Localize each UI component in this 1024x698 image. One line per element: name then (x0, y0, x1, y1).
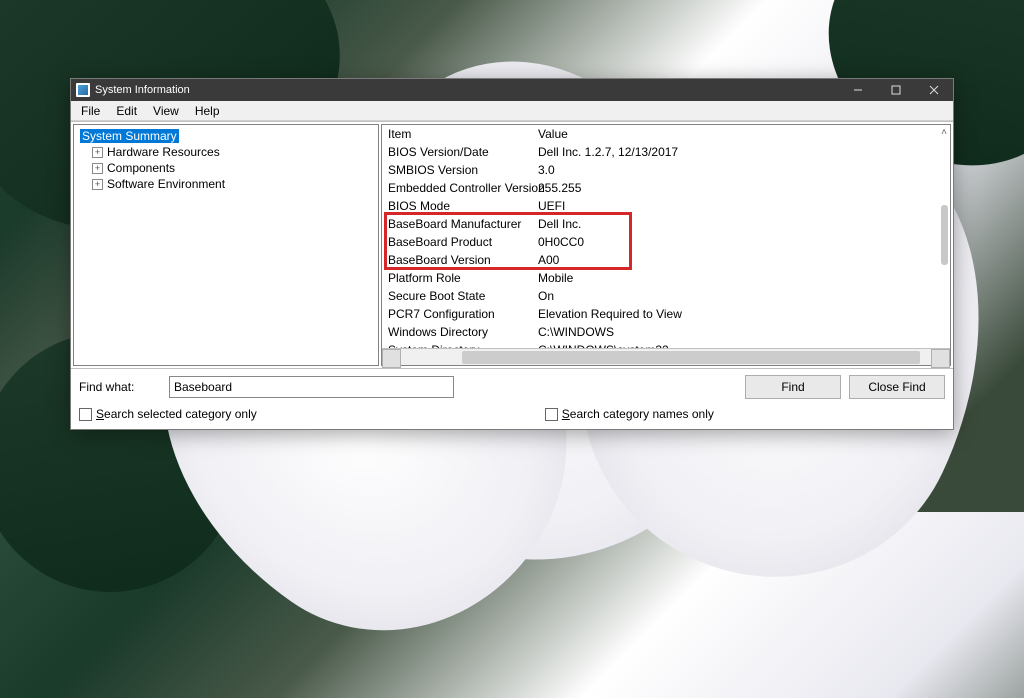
checkbox-icon (79, 408, 92, 421)
detail-row[interactable]: PCR7 ConfigurationElevation Required to … (382, 305, 950, 323)
detail-row[interactable]: BaseBoard Product0H0CC0 (382, 233, 950, 251)
detail-item: System Directory (382, 341, 532, 348)
content-area: System Summary + Hardware Resources + Co… (71, 121, 953, 368)
checkbox-search-selected[interactable]: Search selected category only (79, 407, 257, 421)
scroll-up-icon[interactable]: ˄ (941, 127, 947, 138)
tree-label: Hardware Resources (107, 145, 220, 159)
detail-value: 255.255 (532, 179, 950, 197)
vertical-scrollbar[interactable]: ˄ (933, 125, 950, 348)
tree-item-software-environment[interactable]: + Software Environment (90, 176, 374, 192)
detail-wrapper: Item Value BIOS Version/DateDell Inc. 1.… (381, 124, 951, 366)
detail-row[interactable]: BIOS Version/DateDell Inc. 1.2.7, 12/13/… (382, 143, 950, 161)
tree-root-system-summary[interactable]: System Summary (78, 128, 374, 144)
minimize-button[interactable] (839, 79, 877, 101)
maximize-button[interactable] (877, 79, 915, 101)
checkbox-icon (545, 408, 558, 421)
detail-item: Embedded Controller Version (382, 179, 532, 197)
menu-edit[interactable]: Edit (108, 102, 145, 120)
detail-item: BaseBoard Product (382, 233, 532, 251)
detail-value: 3.0 (532, 161, 950, 179)
detail-item: Platform Role (382, 269, 532, 287)
detail-item: BaseBoard Version (382, 251, 532, 269)
detail-value: On (532, 287, 950, 305)
horizontal-scrollbar[interactable] (382, 348, 950, 365)
detail-value: C:\WINDOWS (532, 323, 950, 341)
detail-item: BIOS Mode (382, 197, 532, 215)
window-title: System Information (95, 84, 190, 96)
close-button[interactable] (915, 79, 953, 101)
checkbox-label: Search category names only (562, 407, 714, 421)
menu-file[interactable]: File (73, 102, 108, 120)
detail-item: Secure Boot State (382, 287, 532, 305)
detail-item: BIOS Version/Date (382, 143, 532, 161)
detail-row[interactable]: Secure Boot StateOn (382, 287, 950, 305)
tree-label: System Summary (80, 129, 179, 143)
scroll-thumb[interactable] (941, 205, 948, 265)
detail-row[interactable]: Windows DirectoryC:\WINDOWS (382, 323, 950, 341)
find-button[interactable]: Find (745, 375, 841, 399)
category-tree[interactable]: System Summary + Hardware Resources + Co… (73, 124, 379, 366)
detail-item: PCR7 Configuration (382, 305, 532, 323)
find-input[interactable] (169, 376, 454, 398)
detail-item: BaseBoard Manufacturer (382, 215, 532, 233)
find-bar: Find what: Find Close Find Search select… (71, 368, 953, 429)
scroll-thumb[interactable] (462, 351, 920, 364)
close-find-button[interactable]: Close Find (849, 375, 945, 399)
find-label: Find what: (79, 380, 161, 394)
detail-row[interactable]: System DirectoryC:\WINDOWS\system32 (382, 341, 950, 348)
detail-row[interactable]: BaseBoard ManufacturerDell Inc. (382, 215, 950, 233)
detail-item: Windows Directory (382, 323, 532, 341)
detail-row[interactable]: SMBIOS Version3.0 (382, 161, 950, 179)
col-header-item[interactable]: Item (382, 125, 532, 143)
checkbox-search-names[interactable]: Search category names only (545, 407, 714, 421)
detail-row[interactable]: BaseBoard VersionA00 (382, 251, 950, 269)
expand-icon[interactable]: + (92, 147, 103, 158)
detail-value: C:\WINDOWS\system32 (532, 341, 950, 348)
col-header-value[interactable]: Value (532, 125, 950, 143)
detail-header[interactable]: Item Value (382, 125, 950, 143)
tree-label: Components (107, 161, 175, 175)
app-icon (76, 83, 90, 97)
detail-item: SMBIOS Version (382, 161, 532, 179)
detail-row[interactable]: Platform RoleMobile (382, 269, 950, 287)
detail-row[interactable]: BIOS ModeUEFI (382, 197, 950, 215)
menu-help[interactable]: Help (187, 102, 228, 120)
detail-value: Mobile (532, 269, 950, 287)
tree-item-hardware-resources[interactable]: + Hardware Resources (90, 144, 374, 160)
detail-value: UEFI (532, 197, 950, 215)
detail-value: Dell Inc. (532, 215, 950, 233)
tree-label: Software Environment (107, 177, 225, 191)
expand-icon[interactable]: + (92, 163, 103, 174)
detail-value: Elevation Required to View (532, 305, 950, 323)
titlebar[interactable]: System Information (71, 79, 953, 101)
menu-view[interactable]: View (145, 102, 187, 120)
detail-row[interactable]: Embedded Controller Version255.255 (382, 179, 950, 197)
expand-icon[interactable]: + (92, 179, 103, 190)
detail-list[interactable]: Item Value BIOS Version/DateDell Inc. 1.… (382, 125, 950, 348)
tree-item-components[interactable]: + Components (90, 160, 374, 176)
checkbox-label: Search selected category only (96, 407, 257, 421)
detail-value: A00 (532, 251, 950, 269)
menubar: File Edit View Help (71, 101, 953, 121)
system-information-window: System Information File Edit View Help S… (70, 78, 954, 430)
detail-value: 0H0CC0 (532, 233, 950, 251)
detail-value: Dell Inc. 1.2.7, 12/13/2017 (532, 143, 950, 161)
